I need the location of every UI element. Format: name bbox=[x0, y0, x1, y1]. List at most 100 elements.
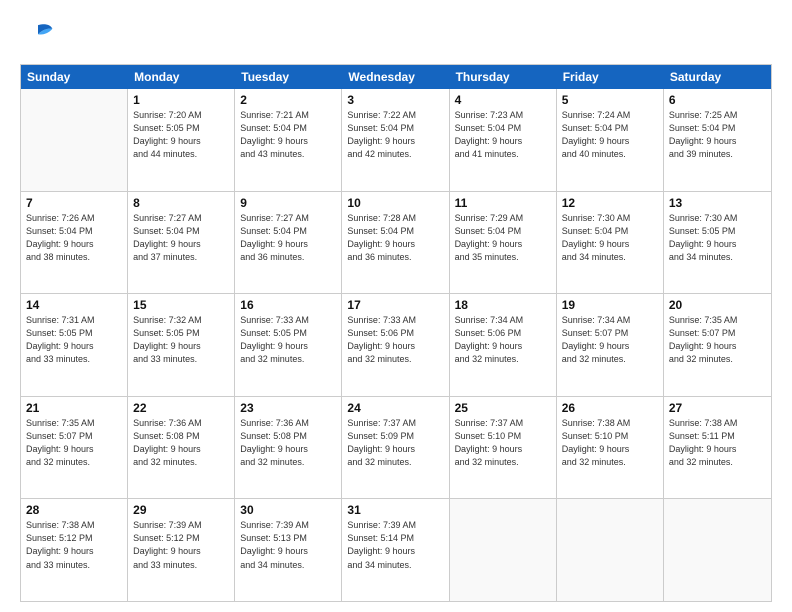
day-cell-25: 25 Sunrise: 7:37 AMSunset: 5:10 PMDayligh… bbox=[450, 397, 557, 499]
day-number: 9 bbox=[240, 196, 336, 210]
week-row-5: 28 Sunrise: 7:38 AMSunset: 5:12 PMDayligh… bbox=[21, 499, 771, 601]
day-cell-15: 15 Sunrise: 7:32 AMSunset: 5:05 PMDayligh… bbox=[128, 294, 235, 396]
day-number: 14 bbox=[26, 298, 122, 312]
day-cell-2: 2 Sunrise: 7:21 AMSunset: 5:04 PMDaylight… bbox=[235, 89, 342, 191]
calendar-body: 1 Sunrise: 7:20 AMSunset: 5:05 PMDaylight… bbox=[21, 89, 771, 601]
calendar: SundayMondayTuesdayWednesdayThursdayFrid… bbox=[20, 64, 772, 602]
day-info: Sunrise: 7:35 AMSunset: 5:07 PMDaylight:… bbox=[26, 417, 122, 469]
day-cell-19: 19Sunrise: 7:34 AMSunset: 5:07 PMDayligh… bbox=[557, 294, 664, 396]
day-cell-23: 23 Sunrise: 7:36 AMSunset: 5:08 PMDayligh… bbox=[235, 397, 342, 499]
day-number: 12 bbox=[562, 196, 658, 210]
day-info: Sunrise: 7:24 AMSunset: 5:04 PMDaylight:… bbox=[562, 109, 658, 161]
day-cell-14: 14 Sunrise: 7:31 AMSunset: 5:05 PMDayligh… bbox=[21, 294, 128, 396]
day-header-monday: Monday bbox=[128, 65, 235, 89]
day-number: 25 bbox=[455, 401, 551, 415]
day-info: Sunrise: 7:22 AMSunset: 5:04 PMDaylight:… bbox=[347, 109, 443, 161]
week-row-1: 1 Sunrise: 7:20 AMSunset: 5:05 PMDaylight… bbox=[21, 89, 771, 192]
day-info: Sunrise: 7:36 AMSunset: 5:08 PMDaylight:… bbox=[133, 417, 229, 469]
day-number: 26 bbox=[562, 401, 658, 415]
day-info: Sunrise: 7:29 AMSunset: 5:04 PMDaylight:… bbox=[455, 212, 551, 264]
day-number: 19 bbox=[562, 298, 658, 312]
day-cell-30: 30 Sunrise: 7:39 AMSunset: 5:13 PMDayligh… bbox=[235, 499, 342, 601]
calendar-header: SundayMondayTuesdayWednesdayThursdayFrid… bbox=[21, 65, 771, 89]
day-number: 4 bbox=[455, 93, 551, 107]
header bbox=[20, 18, 772, 54]
day-info: Sunrise: 7:27 AMSunset: 5:04 PMDaylight:… bbox=[133, 212, 229, 264]
day-number: 17 bbox=[347, 298, 443, 312]
day-cell-9: 9 Sunrise: 7:27 AMSunset: 5:04 PMDaylight… bbox=[235, 192, 342, 294]
day-info: Sunrise: 7:38 AMSunset: 5:11 PMDaylight:… bbox=[669, 417, 766, 469]
day-info: Sunrise: 7:33 AMSunset: 5:05 PMDaylight:… bbox=[240, 314, 336, 366]
day-number: 27 bbox=[669, 401, 766, 415]
day-info: Sunrise: 7:27 AMSunset: 5:04 PMDaylight:… bbox=[240, 212, 336, 264]
day-info: Sunrise: 7:39 AMSunset: 5:13 PMDaylight:… bbox=[240, 519, 336, 571]
week-row-3: 14 Sunrise: 7:31 AMSunset: 5:05 PMDayligh… bbox=[21, 294, 771, 397]
day-number: 20 bbox=[669, 298, 766, 312]
day-info: Sunrise: 7:32 AMSunset: 5:05 PMDaylight:… bbox=[133, 314, 229, 366]
day-cell-10: 10 Sunrise: 7:28 AMSunset: 5:04 PMDayligh… bbox=[342, 192, 449, 294]
day-info: Sunrise: 7:35 AMSunset: 5:07 PMDaylight:… bbox=[669, 314, 766, 366]
day-number: 10 bbox=[347, 196, 443, 210]
day-header-tuesday: Tuesday bbox=[235, 65, 342, 89]
day-info: Sunrise: 7:31 AMSunset: 5:05 PMDaylight:… bbox=[26, 314, 122, 366]
logo bbox=[20, 18, 60, 54]
day-info: Sunrise: 7:39 AMSunset: 5:12 PMDaylight:… bbox=[133, 519, 229, 571]
day-info: Sunrise: 7:38 AMSunset: 5:10 PMDaylight:… bbox=[562, 417, 658, 469]
day-number: 2 bbox=[240, 93, 336, 107]
day-cell-13: 13 Sunrise: 7:30 AMSunset: 5:05 PMDayligh… bbox=[664, 192, 771, 294]
day-number: 29 bbox=[133, 503, 229, 517]
day-cell-31: 31 Sunrise: 7:39 AMSunset: 5:14 PMDayligh… bbox=[342, 499, 449, 601]
day-number: 11 bbox=[455, 196, 551, 210]
day-number: 23 bbox=[240, 401, 336, 415]
day-info: Sunrise: 7:25 AMSunset: 5:04 PMDaylight:… bbox=[669, 109, 766, 161]
day-number: 16 bbox=[240, 298, 336, 312]
day-info: Sunrise: 7:34 AMSunset: 5:06 PMDaylight:… bbox=[455, 314, 551, 366]
day-cell-5: 5 Sunrise: 7:24 AMSunset: 5:04 PMDaylight… bbox=[557, 89, 664, 191]
day-info: Sunrise: 7:30 AMSunset: 5:04 PMDaylight:… bbox=[562, 212, 658, 264]
day-info: Sunrise: 7:36 AMSunset: 5:08 PMDaylight:… bbox=[240, 417, 336, 469]
day-cell-29: 29 Sunrise: 7:39 AMSunset: 5:12 PMDayligh… bbox=[128, 499, 235, 601]
day-number: 13 bbox=[669, 196, 766, 210]
empty-cell bbox=[21, 89, 128, 191]
day-info: Sunrise: 7:37 AMSunset: 5:09 PMDaylight:… bbox=[347, 417, 443, 469]
page: SundayMondayTuesdayWednesdayThursdayFrid… bbox=[0, 0, 792, 612]
week-row-4: 21Sunrise: 7:35 AMSunset: 5:07 PMDayligh… bbox=[21, 397, 771, 500]
day-cell-7: 7Sunrise: 7:26 AMSunset: 5:04 PMDaylight… bbox=[21, 192, 128, 294]
day-info: Sunrise: 7:37 AMSunset: 5:10 PMDaylight:… bbox=[455, 417, 551, 469]
day-header-sunday: Sunday bbox=[21, 65, 128, 89]
empty-cell bbox=[450, 499, 557, 601]
day-number: 3 bbox=[347, 93, 443, 107]
day-info: Sunrise: 7:39 AMSunset: 5:14 PMDaylight:… bbox=[347, 519, 443, 571]
day-cell-22: 22 Sunrise: 7:36 AMSunset: 5:08 PMDayligh… bbox=[128, 397, 235, 499]
day-number: 30 bbox=[240, 503, 336, 517]
day-info: Sunrise: 7:20 AMSunset: 5:05 PMDaylight:… bbox=[133, 109, 229, 161]
day-cell-3: 3 Sunrise: 7:22 AMSunset: 5:04 PMDaylight… bbox=[342, 89, 449, 191]
day-number: 31 bbox=[347, 503, 443, 517]
day-cell-8: 8 Sunrise: 7:27 AMSunset: 5:04 PMDaylight… bbox=[128, 192, 235, 294]
day-number: 1 bbox=[133, 93, 229, 107]
day-cell-6: 6 Sunrise: 7:25 AMSunset: 5:04 PMDaylight… bbox=[664, 89, 771, 191]
day-info: Sunrise: 7:30 AMSunset: 5:05 PMDaylight:… bbox=[669, 212, 766, 264]
day-cell-16: 16 Sunrise: 7:33 AMSunset: 5:05 PMDayligh… bbox=[235, 294, 342, 396]
day-number: 8 bbox=[133, 196, 229, 210]
day-number: 15 bbox=[133, 298, 229, 312]
day-number: 28 bbox=[26, 503, 122, 517]
day-cell-26: 26 Sunrise: 7:38 AMSunset: 5:10 PMDayligh… bbox=[557, 397, 664, 499]
day-number: 22 bbox=[133, 401, 229, 415]
day-header-friday: Friday bbox=[557, 65, 664, 89]
day-info: Sunrise: 7:38 AMSunset: 5:12 PMDaylight:… bbox=[26, 519, 122, 571]
day-cell-21: 21Sunrise: 7:35 AMSunset: 5:07 PMDayligh… bbox=[21, 397, 128, 499]
day-info: Sunrise: 7:28 AMSunset: 5:04 PMDaylight:… bbox=[347, 212, 443, 264]
day-number: 5 bbox=[562, 93, 658, 107]
day-header-saturday: Saturday bbox=[664, 65, 771, 89]
week-row-2: 7Sunrise: 7:26 AMSunset: 5:04 PMDaylight… bbox=[21, 192, 771, 295]
day-info: Sunrise: 7:33 AMSunset: 5:06 PMDaylight:… bbox=[347, 314, 443, 366]
day-info: Sunrise: 7:21 AMSunset: 5:04 PMDaylight:… bbox=[240, 109, 336, 161]
day-cell-12: 12 Sunrise: 7:30 AMSunset: 5:04 PMDayligh… bbox=[557, 192, 664, 294]
day-cell-18: 18Sunrise: 7:34 AMSunset: 5:06 PMDayligh… bbox=[450, 294, 557, 396]
day-number: 24 bbox=[347, 401, 443, 415]
day-cell-17: 17 Sunrise: 7:33 AMSunset: 5:06 PMDayligh… bbox=[342, 294, 449, 396]
day-cell-24: 24 Sunrise: 7:37 AMSunset: 5:09 PMDayligh… bbox=[342, 397, 449, 499]
day-number: 6 bbox=[669, 93, 766, 107]
empty-cell bbox=[664, 499, 771, 601]
